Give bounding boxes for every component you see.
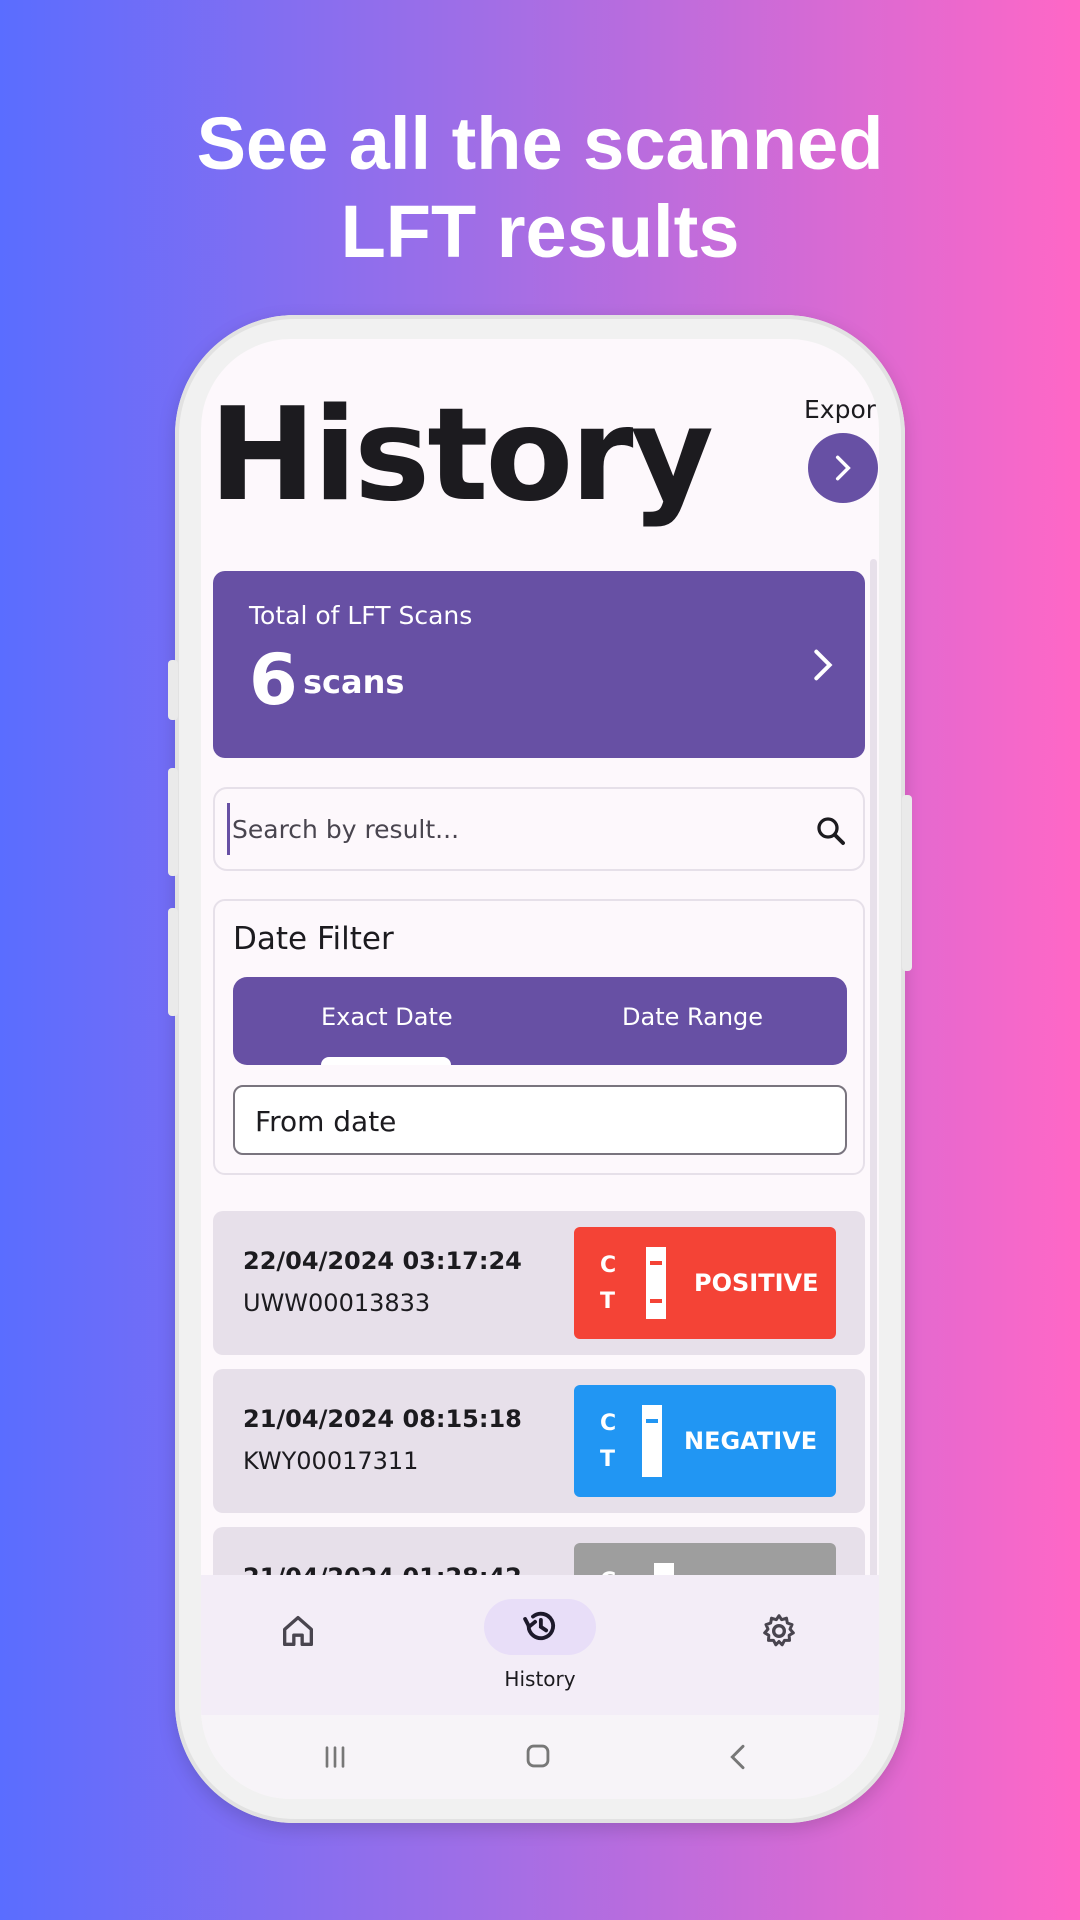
app-screen: History Export Total of LFT Scans 6 scan…	[201, 339, 879, 1799]
list-item[interactable]: 21/04/2024 08:15:18 KWY00017311 C T NEGA…	[213, 1369, 865, 1513]
scrollbar[interactable]	[870, 559, 877, 1629]
test-strip-icon	[646, 1247, 666, 1319]
gear-icon[interactable]	[759, 1611, 799, 1651]
total-scans-card[interactable]: Total of LFT Scans 6 scans	[213, 571, 865, 758]
result-datetime: 21/04/2024 08:15:18	[243, 1405, 522, 1433]
total-scans-label: Total of LFT Scans	[249, 601, 473, 630]
result-label: POSITIVE	[694, 1269, 819, 1297]
test-mark: T	[600, 1289, 616, 1314]
result-id: KWY00017311	[243, 1447, 419, 1475]
home-icon[interactable]	[278, 1611, 318, 1651]
date-filter-title: Date Filter	[233, 921, 394, 957]
date-filter-tabs: Exact Date Date Range	[233, 977, 847, 1065]
test-strip-icon	[642, 1405, 662, 1477]
nav-label-history: History	[504, 1667, 576, 1691]
promo-headline: See all the scanned LFT results	[0, 100, 1080, 276]
total-scans-unit: scans	[303, 663, 405, 701]
result-datetime: 22/04/2024 03:17:24	[243, 1247, 522, 1275]
from-date-label: From date	[255, 1105, 397, 1138]
test-mark: T	[600, 1447, 616, 1472]
search-input[interactable]	[227, 803, 787, 855]
total-scans-count: 6	[249, 639, 298, 721]
export-button[interactable]	[808, 433, 878, 503]
headline-line-2: LFT results	[340, 190, 740, 273]
phone-side-button	[168, 768, 178, 876]
back-icon[interactable]	[723, 1741, 755, 1773]
result-id: UWW00013833	[243, 1289, 431, 1317]
home-button-icon[interactable]	[521, 1739, 555, 1773]
page-title: History	[209, 381, 714, 530]
control-mark: C	[600, 1253, 617, 1278]
date-filter-card: Date Filter Exact Date Date Range From d…	[213, 899, 865, 1175]
recents-icon[interactable]	[319, 1741, 351, 1773]
history-icon	[523, 1611, 556, 1641]
result-label: NEGATIVE	[684, 1427, 818, 1455]
search-icon[interactable]	[813, 813, 849, 849]
control-mark: C	[600, 1411, 617, 1436]
export-label: Export	[804, 395, 879, 424]
phone-side-button	[168, 908, 178, 1016]
tab-indicator	[321, 1057, 451, 1065]
headline-line-1: See all the scanned	[196, 102, 884, 185]
tab-date-range[interactable]: Date Range	[622, 1003, 763, 1031]
result-badge: C	[574, 1543, 836, 1577]
phone-side-button	[168, 660, 178, 720]
result-badge-positive: C T POSITIVE	[574, 1227, 836, 1339]
result-badge-negative: C T NEGATIVE	[574, 1385, 836, 1497]
tab-exact-date[interactable]: Exact Date	[321, 1003, 453, 1031]
results-list: 22/04/2024 03:17:24 UWW00013833 C T POSI…	[213, 1211, 865, 1577]
bottom-nav: History	[201, 1575, 879, 1715]
from-date-field[interactable]: From date	[233, 1085, 847, 1155]
chevron-right-icon	[835, 455, 851, 481]
system-nav-bar	[201, 1715, 879, 1799]
phone-power-button	[902, 795, 912, 971]
search-box	[213, 787, 865, 871]
chevron-right-icon	[814, 649, 833, 681]
list-item[interactable]: 22/04/2024 03:17:24 UWW00013833 C T POSI…	[213, 1211, 865, 1355]
list-item[interactable]: 21/04/2024 01:28:42 C	[213, 1527, 865, 1577]
